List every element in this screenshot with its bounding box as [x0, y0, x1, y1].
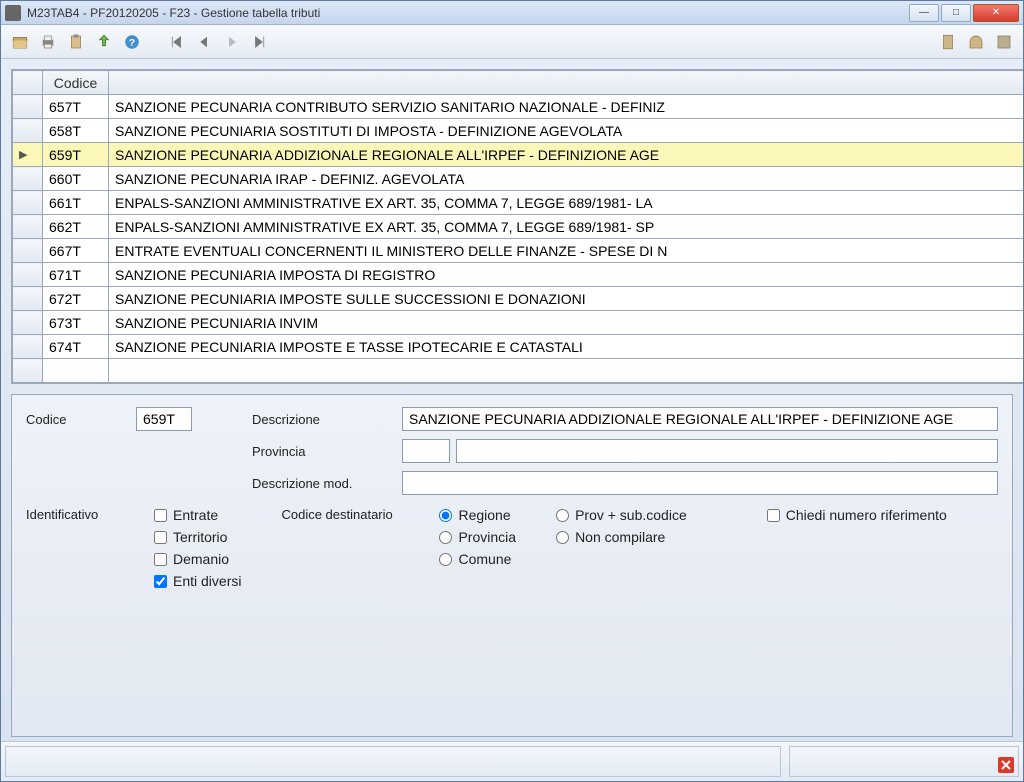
- row-indicator: [13, 335, 43, 359]
- provincia-name-input[interactable]: [456, 439, 998, 463]
- cell-descrizione[interactable]: SANZIONE PECUNIARIA INVIM: [109, 311, 1024, 335]
- clipboard-button[interactable]: [63, 29, 89, 55]
- cell-codice[interactable]: 667T: [43, 239, 109, 263]
- row-indicator: [13, 263, 43, 287]
- cell-descrizione[interactable]: ENPALS-SANZIONI AMMINISTRATIVE EX ART. 3…: [109, 215, 1024, 239]
- cell-descrizione[interactable]: ENTRATE EVENTUALI CONCERNENTI IL MINISTE…: [109, 239, 1024, 263]
- cell-codice[interactable]: 661T: [43, 191, 109, 215]
- cell-descrizione[interactable]: SANZIONE PECUNARIA IRAP - DEFINIZ. AGEVO…: [109, 167, 1024, 191]
- chk-demanio[interactable]: Demanio: [154, 551, 241, 567]
- rdo-prov-sub[interactable]: Prov + sub.codice: [556, 507, 687, 523]
- chk-enti-diversi[interactable]: Enti diversi: [154, 573, 241, 589]
- nav-next-button[interactable]: [219, 29, 245, 55]
- row-indicator: [13, 239, 43, 263]
- label-identificativo: Identificativo: [26, 507, 136, 589]
- status-right: [789, 746, 1019, 777]
- table-row[interactable]: ▶659TSANZIONE PECUNARIA ADDIZIONALE REGI…: [13, 143, 1024, 167]
- maximize-button[interactable]: □: [941, 4, 971, 22]
- titlebar: M23TAB4 - PF20120205 - F23 - Gestione ta…: [1, 1, 1023, 25]
- table-row[interactable]: 660TSANZIONE PECUNARIA IRAP - DEFINIZ. A…: [13, 167, 1024, 191]
- cell-codice[interactable]: 658T: [43, 119, 109, 143]
- cell-descrizione[interactable]: SANZIONE PECUNIARIA SOSTITUTI DI IMPOSTA…: [109, 119, 1024, 143]
- chk-territorio[interactable]: Territorio: [154, 529, 241, 545]
- table-row-empty[interactable]: [13, 359, 1024, 383]
- row-indicator: [13, 119, 43, 143]
- cell-codice[interactable]: 660T: [43, 167, 109, 191]
- grid-header-descrizione[interactable]: Descrizione: [109, 71, 1024, 95]
- chk-chiedi-rif[interactable]: Chiedi numero riferimento: [767, 507, 947, 523]
- export-button[interactable]: [91, 29, 117, 55]
- nav-first-button[interactable]: [163, 29, 189, 55]
- table-row[interactable]: 667TENTRATE EVENTUALI CONCERNENTI IL MIN…: [13, 239, 1024, 263]
- cell-codice[interactable]: 662T: [43, 215, 109, 239]
- help-button[interactable]: ?: [119, 29, 145, 55]
- cell-codice[interactable]: 671T: [43, 263, 109, 287]
- row-indicator: [13, 311, 43, 335]
- open-button[interactable]: [7, 29, 33, 55]
- table-row[interactable]: 674TSANZIONE PECUNIARIA IMPOSTE E TASSE …: [13, 335, 1024, 359]
- rdo-non-compilare[interactable]: Non compilare: [556, 529, 687, 545]
- cell-codice[interactable]: 674T: [43, 335, 109, 359]
- cell-codice[interactable]: 657T: [43, 95, 109, 119]
- window-title: M23TAB4 - PF20120205 - F23 - Gestione ta…: [27, 6, 909, 20]
- row-indicator: [13, 215, 43, 239]
- row-indicator: [13, 95, 43, 119]
- table-row[interactable]: 662TENPALS-SANZIONI AMMINISTRATIVE EX AR…: [13, 215, 1024, 239]
- cell-descrizione[interactable]: SANZIONE PECUNARIA CONTRIBUTO SERVIZIO S…: [109, 95, 1024, 119]
- provincia-code-input[interactable]: [402, 439, 450, 463]
- row-indicator: [13, 167, 43, 191]
- cell-descrizione[interactable]: SANZIONE PECUNIARIA IMPOSTE E TASSE IPOT…: [109, 335, 1024, 359]
- label-provincia: Provincia: [252, 444, 402, 459]
- detail-panel: Codice Descrizione Provincia Descrizione…: [11, 394, 1013, 737]
- codice-dest-group-col1: Regione Provincia Comune: [439, 507, 516, 567]
- cell-descrizione[interactable]: SANZIONE PECUNARIA ADDIZIONALE REGIONALE…: [109, 143, 1024, 167]
- rdo-comune[interactable]: Comune: [439, 551, 516, 567]
- row-indicator: [13, 191, 43, 215]
- rdo-regione[interactable]: Regione: [439, 507, 516, 523]
- tributi-grid[interactable]: Codice Descrizione Prov Descrizione su m…: [12, 70, 1023, 383]
- cell-descrizione[interactable]: ENPALS-SANZIONI AMMINISTRATIVE EX ART. 3…: [109, 191, 1024, 215]
- cell-codice[interactable]: 673T: [43, 311, 109, 335]
- table-row[interactable]: 673TSANZIONE PECUNIARIA INVIM: [13, 311, 1024, 335]
- list-button[interactable]: [991, 29, 1017, 55]
- doc-button[interactable]: [935, 29, 961, 55]
- descrizione-input[interactable]: [402, 407, 998, 431]
- label-desc-mod: Descrizione mod.: [252, 476, 402, 491]
- label-descrizione: Descrizione: [252, 412, 402, 427]
- desc-mod-input[interactable]: [402, 471, 998, 495]
- grid-header-codice[interactable]: Codice: [43, 71, 109, 95]
- table-row[interactable]: 658TSANZIONE PECUNIARIA SOSTITUTI DI IMP…: [13, 119, 1024, 143]
- identificativo-group: Entrate Territorio Demanio Enti diversi: [154, 507, 241, 589]
- minimize-button[interactable]: —: [909, 4, 939, 22]
- cell-descrizione[interactable]: SANZIONE PECUNIARIA IMPOSTA DI REGISTRO: [109, 263, 1024, 287]
- label-codice: Codice: [26, 412, 136, 427]
- status-left: [5, 746, 781, 777]
- print-button[interactable]: [35, 29, 61, 55]
- table-row[interactable]: 661TENPALS-SANZIONI AMMINISTRATIVE EX AR…: [13, 191, 1024, 215]
- row-indicator: ▶: [13, 143, 43, 167]
- cell-codice[interactable]: 672T: [43, 287, 109, 311]
- status-close-icon[interactable]: [998, 757, 1014, 773]
- row-indicator: [13, 287, 43, 311]
- toolbar: ?: [1, 25, 1023, 59]
- app-icon: [5, 5, 21, 21]
- arc-button[interactable]: [963, 29, 989, 55]
- nav-last-button[interactable]: [247, 29, 273, 55]
- nav-prev-button[interactable]: [191, 29, 217, 55]
- close-button[interactable]: ✕: [973, 4, 1019, 22]
- cell-codice[interactable]: 659T: [43, 143, 109, 167]
- table-row[interactable]: 672TSANZIONE PECUNIARIA IMPOSTE SULLE SU…: [13, 287, 1024, 311]
- cell-descrizione[interactable]: SANZIONE PECUNIARIA IMPOSTE SULLE SUCCES…: [109, 287, 1024, 311]
- grid-header-row: Codice Descrizione Prov Descrizione su m…: [13, 71, 1024, 95]
- rdo-provincia[interactable]: Provincia: [439, 529, 516, 545]
- table-row[interactable]: 657TSANZIONE PECUNARIA CONTRIBUTO SERVIZ…: [13, 95, 1024, 119]
- table-row[interactable]: 671TSANZIONE PECUNIARIA IMPOSTA DI REGIS…: [13, 263, 1024, 287]
- chk-entrate[interactable]: Entrate: [154, 507, 241, 523]
- label-codice-dest: Codice destinatario: [281, 507, 421, 567]
- statusbar: [1, 741, 1023, 781]
- codice-dest-group-col2: Prov + sub.codice Non compilare: [556, 507, 687, 545]
- grid-header-indicator: [13, 71, 43, 95]
- codice-input[interactable]: [136, 407, 192, 431]
- svg-text:?: ?: [129, 36, 135, 48]
